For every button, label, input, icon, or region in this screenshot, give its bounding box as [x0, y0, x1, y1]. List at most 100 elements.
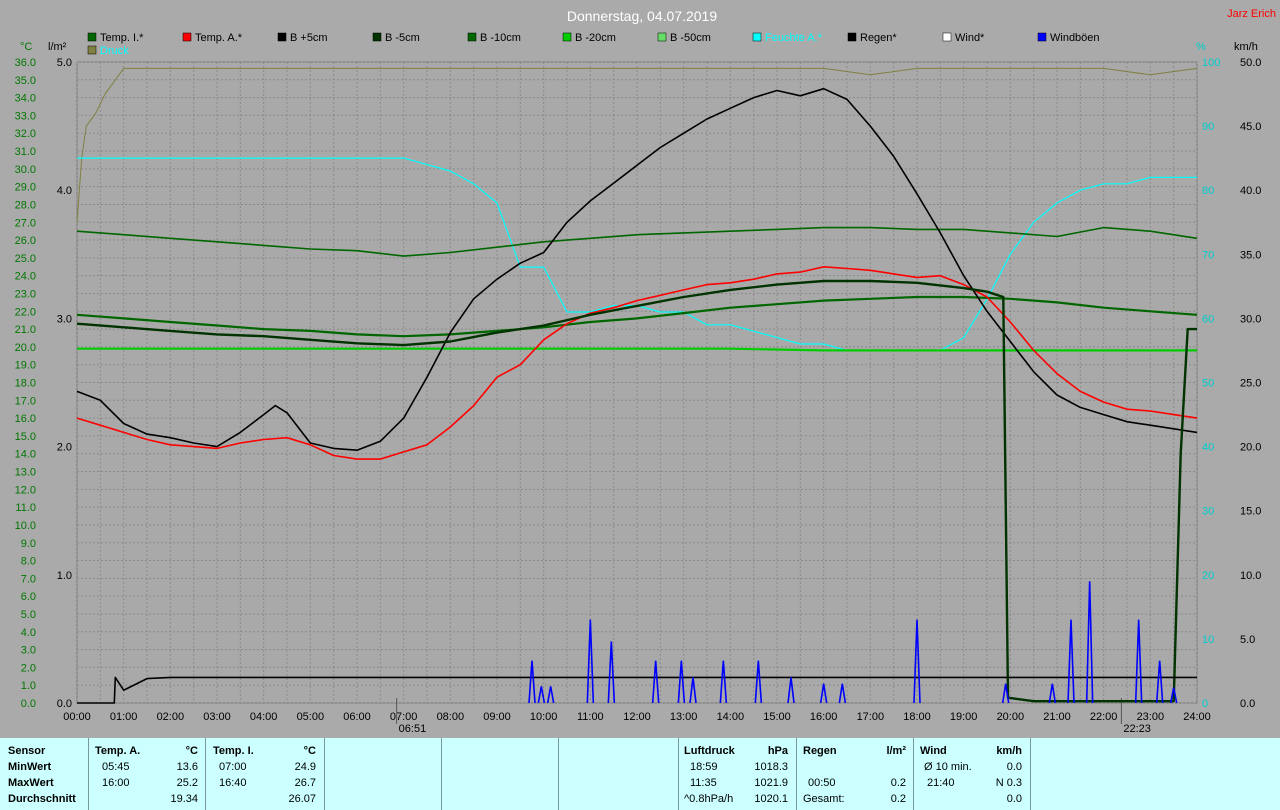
temp-a-max-time: 16:00 [102, 777, 130, 789]
temp-tick-label: 3.0 [21, 645, 36, 657]
humidity-tick-label: 80 [1202, 185, 1214, 197]
wind-tick-label: 40.0 [1240, 185, 1261, 197]
temp-tick-label: 24.0 [15, 271, 36, 283]
temp-tick-label: 12.0 [15, 484, 36, 496]
x-tick-label: 00:00 [63, 711, 91, 723]
temp-tick-label: 31.0 [15, 146, 36, 158]
pressure-title: Luftdruck [684, 745, 735, 757]
time-marker-label: 06:51 [399, 723, 427, 735]
legend-label: Feuchte A.* [765, 32, 823, 44]
rain-title: Regen [803, 745, 837, 757]
temp-i-max-val: 26.7 [294, 777, 316, 789]
x-tick-label: 15:00 [763, 711, 791, 723]
temp-tick-label: 14.0 [15, 449, 36, 461]
pressure-max-time: 11:35 [690, 777, 717, 789]
legend-label: Temp. A.* [195, 32, 243, 44]
temp-tick-label: 29.0 [15, 182, 36, 194]
legend-swatch [562, 32, 572, 42]
temp-tick-label: 34.0 [15, 93, 36, 105]
rain-tick-label: 5.0 [57, 57, 72, 69]
wind-max-val: N 0.3 [995, 777, 1022, 789]
temp-a-min-val: 13.6 [176, 761, 198, 773]
temp-a-avg: 19.34 [170, 793, 198, 805]
humidity-tick-label: 50 [1202, 378, 1214, 390]
temp-i-min-val: 24.9 [294, 761, 316, 773]
left-rain-unit: l/m² [48, 41, 67, 53]
wind-tick-label: 0.0 [1240, 698, 1255, 710]
temp-tick-label: 33.0 [15, 110, 36, 122]
x-tick-label: 14:00 [717, 711, 745, 723]
legend-swatch [752, 32, 762, 42]
temp-tick-label: 20.0 [15, 342, 36, 354]
x-tick-label: 13:00 [670, 711, 698, 723]
right-wind-unit: km/h [1234, 41, 1258, 53]
wind-avg10-val: 0.0 [1006, 761, 1022, 773]
temp-tick-label: 17.0 [15, 395, 36, 407]
humidity-tick-label: 30 [1202, 506, 1214, 518]
humidity-tick-label: 100 [1202, 57, 1220, 69]
humidity-tick-label: 60 [1202, 313, 1214, 325]
right-humidity-unit: % [1196, 41, 1206, 53]
legend-label: Regen* [860, 32, 897, 44]
rain-unit: l/m² [886, 745, 906, 757]
rain-max-time: 00:50 [808, 777, 836, 789]
temp-a-min-time: 05:45 [102, 761, 130, 773]
temp-tick-label: 22.0 [15, 306, 36, 318]
temp-tick-label: 15.0 [15, 431, 36, 443]
legend-label: B -20cm [575, 32, 616, 44]
temp-tick-label: 11.0 [15, 502, 36, 514]
wind-avg: 0.0 [1006, 793, 1022, 805]
temp-tick-label: 26.0 [15, 235, 36, 247]
temp-i-title: Temp. I. [213, 745, 254, 757]
x-tick-label: 24:00 [1183, 711, 1211, 723]
temp-a-unit: °C [185, 745, 198, 757]
x-tick-label: 10:00 [530, 711, 558, 723]
pressure-max-val: 1021.9 [754, 777, 788, 789]
pressure-min-val: 1018.3 [754, 761, 788, 773]
legend-swatch [277, 32, 287, 42]
temp-a-max-val: 25.2 [176, 777, 198, 789]
temp-tick-label: 36.0 [15, 57, 36, 69]
x-tick-label: 19:00 [950, 711, 978, 723]
wind-tick-label: 50.0 [1240, 57, 1261, 69]
legend-label: B -10cm [480, 32, 521, 44]
temp-a-title: Temp. A. [95, 745, 141, 757]
legend-label: Windböen [1050, 32, 1100, 44]
rain-total-label: Gesamt: [803, 793, 845, 805]
rain-max-val: 0.2 [890, 777, 906, 789]
min-row-label: MinWert [8, 761, 52, 773]
wind-max-time: 21:40 [927, 777, 955, 789]
wind-tick-label: 25.0 [1240, 378, 1261, 390]
x-tick-label: 03:00 [203, 711, 231, 723]
legend-label: Druck [100, 45, 129, 57]
temp-tick-label: 5.0 [21, 609, 36, 621]
wind-tick-label: 15.0 [1240, 506, 1261, 518]
x-tick-label: 07:00 [390, 711, 418, 723]
wind-tick-label: 20.0 [1240, 442, 1261, 454]
humidity-tick-label: 0 [1202, 698, 1208, 710]
x-tick-label: 20:00 [997, 711, 1025, 723]
wind-tick-label: 45.0 [1240, 121, 1261, 133]
temp-tick-label: 27.0 [15, 217, 36, 229]
x-tick-label: 06:00 [343, 711, 371, 723]
wind-unit: km/h [996, 745, 1022, 757]
x-tick-label: 17:00 [857, 711, 885, 723]
legend-label: B +5cm [290, 32, 328, 44]
weather-chart: Donnerstag, 04.07.2019 Jarz Erich °C l/m… [15, 8, 1276, 735]
pressure-min-time: 18:59 [690, 761, 718, 773]
temp-tick-label: 30.0 [15, 164, 36, 176]
x-tick-label: 21:00 [1043, 711, 1071, 723]
legend-label: B -5cm [385, 32, 420, 44]
wind-title: Wind [920, 745, 947, 757]
x-tick-label: 11:00 [577, 711, 604, 723]
humidity-tick-label: 10 [1202, 634, 1214, 646]
temp-tick-label: 7.0 [21, 573, 36, 585]
x-tick-label: 22:00 [1090, 711, 1118, 723]
temp-tick-label: 1.0 [21, 680, 36, 692]
x-tick-label: 23:00 [1137, 711, 1165, 723]
temp-tick-label: 32.0 [15, 128, 36, 140]
stats-panel: Sensor MinWert MaxWert Durchschnitt Temp… [0, 738, 1280, 810]
left-temp-unit: °C [20, 41, 32, 53]
x-tick-label: 02:00 [157, 711, 185, 723]
rain-tick-label: 1.0 [57, 570, 72, 582]
